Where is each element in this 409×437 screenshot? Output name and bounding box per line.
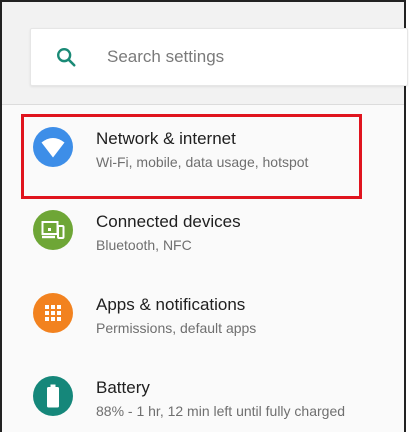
battery-icon	[33, 376, 73, 416]
search-icon	[57, 48, 76, 67]
settings-item-network[interactable]: Network & internet Wi-Fi, mobile, data u…	[2, 105, 404, 188]
search-bar-area: Search settings	[2, 2, 408, 105]
item-title: Battery	[96, 378, 150, 397]
wifi-icon	[33, 127, 73, 167]
settings-item-connected-devices[interactable]: Connected devices Bluetooth, NFC	[2, 188, 404, 271]
item-title: Network & internet	[96, 129, 236, 148]
item-title: Connected devices	[96, 212, 241, 231]
item-subtitle: Permissions, default apps	[96, 320, 257, 336]
settings-item-battery[interactable]: Battery 88% - 1 hr, 12 min left until fu…	[2, 354, 404, 437]
devices-icon	[33, 210, 73, 250]
search-input[interactable]: Search settings	[30, 28, 408, 86]
settings-list: Network & internet Wi-Fi, mobile, data u…	[2, 105, 404, 437]
item-subtitle: 88% - 1 hr, 12 min left until fully char…	[96, 403, 346, 419]
apps-grid-icon	[33, 293, 73, 333]
settings-window: Search settings Network & internet Wi-Fi…	[0, 0, 408, 432]
item-title: Apps & notifications	[96, 295, 246, 314]
item-subtitle: Bluetooth, NFC	[96, 237, 192, 253]
settings-item-apps-notifications[interactable]: Apps & notifications Permissions, defaul…	[2, 271, 404, 354]
search-placeholder: Search settings	[107, 47, 225, 66]
item-subtitle: Wi-Fi, mobile, data usage, hotspot	[96, 154, 309, 170]
